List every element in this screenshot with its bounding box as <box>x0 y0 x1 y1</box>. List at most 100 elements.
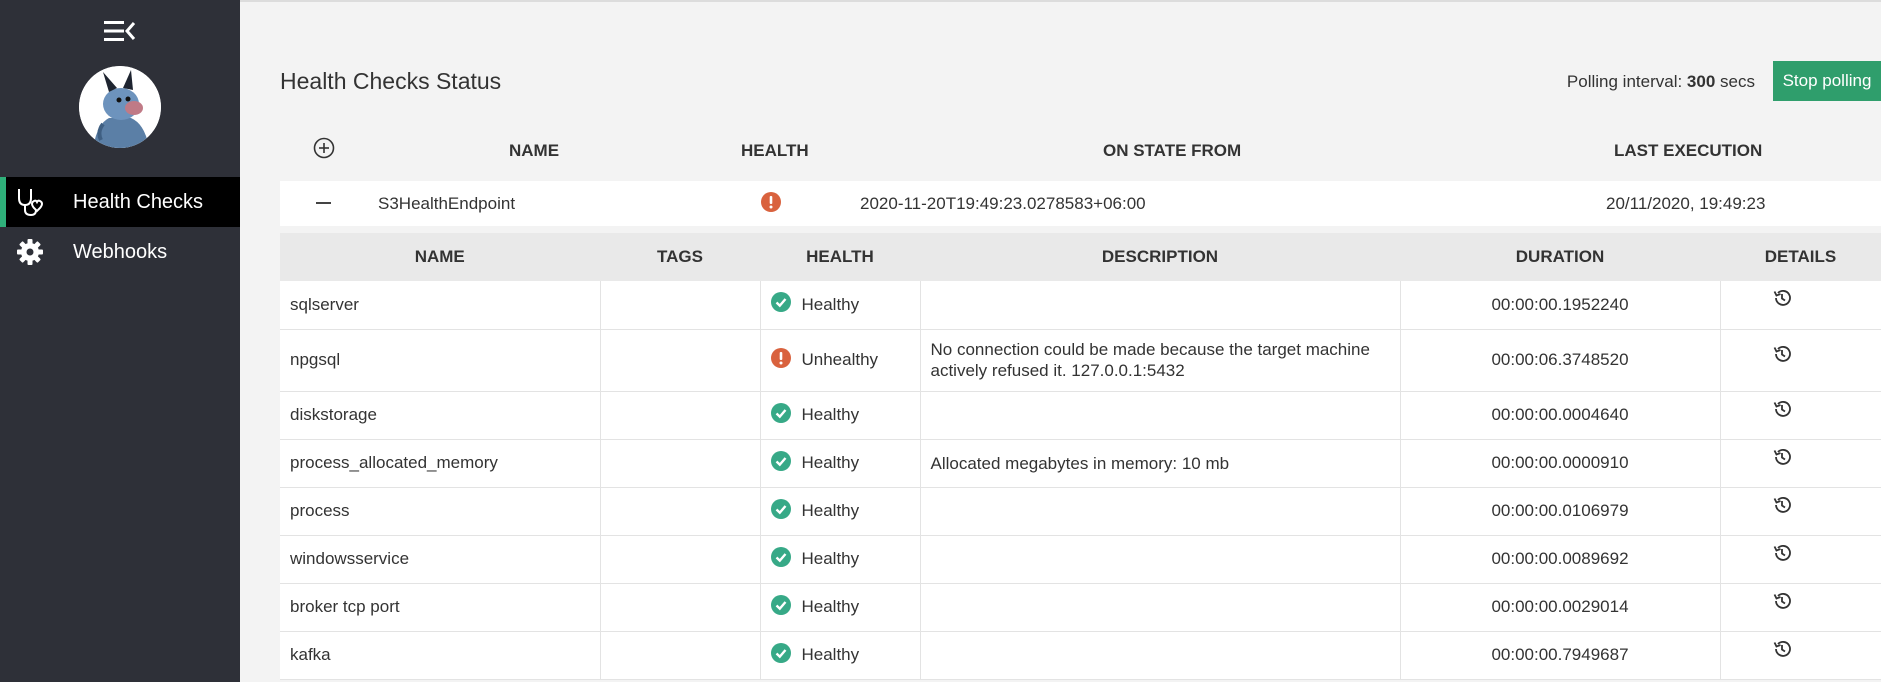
header-details: DETAILS <box>1720 233 1881 281</box>
column-header-last-execution: LAST EXECUTION <box>1614 141 1763 160</box>
sidebar-item-label: Health Checks <box>73 190 204 213</box>
table-row: diskstorage Healthy 00:00:00.0004640 <box>280 391 1881 440</box>
health-status: Healthy <box>801 645 860 664</box>
sidebar: Health Checks Webhooks <box>0 0 240 682</box>
check-duration: 00:00:00.0106979 <box>1400 487 1721 536</box>
check-details <box>1720 329 1881 392</box>
polling-interval: Polling interval: 300 secs <box>1567 72 1755 92</box>
table-row: npgsql Unhealthy No connection could be ma… <box>280 329 1881 392</box>
check-details <box>1720 631 1881 680</box>
polling-value: 300 <box>1686 72 1716 91</box>
check-name: diskstorage <box>280 391 601 440</box>
check-details <box>1720 487 1881 536</box>
check-health: Unhealthy <box>760 329 921 392</box>
history-icon[interactable] <box>1772 288 1792 308</box>
column-header-name: NAME <box>509 141 560 160</box>
check-health: Healthy <box>760 439 921 488</box>
avatar <box>79 66 161 148</box>
check-health: Healthy <box>760 487 921 536</box>
check-health: Healthy <box>760 281 921 330</box>
check-circle-icon <box>770 498 802 524</box>
column-header-on-state-from: ON STATE FROM <box>1103 141 1242 160</box>
check-name: kafka <box>280 631 601 680</box>
table-row: sqlserver Healthy 00:00:00.1952240 <box>280 281 1881 330</box>
check-tags <box>600 281 761 330</box>
endpoint-name: S3HealthEndpoint <box>378 194 516 213</box>
check-circle-icon <box>770 450 802 476</box>
history-icon[interactable] <box>1772 495 1792 515</box>
check-tags <box>600 583 761 632</box>
check-duration: 00:00:00.7949687 <box>1400 631 1721 680</box>
check-duration: 00:00:00.1952240 <box>1400 281 1721 330</box>
table-row: process Healthy 00:00:00.0106979 <box>280 487 1881 536</box>
polling-label: Polling interval: <box>1566 72 1683 91</box>
error-icon <box>761 192 781 212</box>
gear-icon <box>13 235 47 269</box>
check-description <box>920 583 1401 632</box>
check-health: Healthy <box>760 535 921 584</box>
table-row: kafka Healthy 00:00:00.7949687 <box>280 631 1881 680</box>
health-status: Healthy <box>801 453 860 472</box>
health-check-details-table: NAME TAGS HEALTH DESCRIPTION DURATION DE… <box>280 233 1881 680</box>
check-circle-icon <box>770 594 802 620</box>
check-name: npgsql <box>280 329 601 392</box>
menu-collapse-icon[interactable] <box>104 19 136 43</box>
endpoint-on-state-from: 2020-11-20T19:49:23.0278583+06:00 <box>860 194 1146 213</box>
check-tags <box>600 487 761 536</box>
check-description <box>920 631 1401 680</box>
header-description: DESCRIPTION <box>920 233 1401 281</box>
sidebar-item-webhooks[interactable]: Webhooks <box>0 227 240 277</box>
add-circle-icon[interactable] <box>313 137 335 159</box>
check-description <box>920 391 1401 440</box>
history-icon[interactable] <box>1772 399 1792 419</box>
check-duration: 00:00:00.0029014 <box>1400 583 1721 632</box>
endpoint-last-execution: 20/11/2020, 19:49:23 <box>1606 194 1766 213</box>
check-duration: 00:00:00.0004640 <box>1400 391 1721 440</box>
check-tags <box>600 631 761 680</box>
table-row: broker tcp port Healthy 00:00:00.0029014 <box>280 583 1881 632</box>
header-health: HEALTH <box>760 233 921 281</box>
polling-unit: secs <box>1720 72 1755 91</box>
check-details <box>1720 535 1881 584</box>
table-body: sqlserver Healthy 00:00:00.1952240 npgsql Un… <box>280 281 1881 680</box>
health-status: Healthy <box>801 501 860 520</box>
check-tags <box>600 391 761 440</box>
health-status: Healthy <box>801 597 860 616</box>
check-tags <box>600 535 761 584</box>
history-icon[interactable] <box>1772 543 1792 563</box>
table-row: windowsservice Healthy 00:00:00.0089692 <box>280 535 1881 584</box>
check-description: Allocated megabytes in memory: 10 mb <box>920 439 1401 488</box>
check-description <box>920 535 1401 584</box>
health-status: Unhealthy <box>801 350 879 369</box>
check-description: No connection could be made because the … <box>920 329 1401 392</box>
check-tags <box>600 439 761 488</box>
check-details <box>1720 439 1881 488</box>
error-icon <box>770 347 802 373</box>
check-health: Healthy <box>760 391 921 440</box>
history-icon[interactable] <box>1772 591 1792 611</box>
table-header-row: NAME TAGS HEALTH DESCRIPTION DURATION DE… <box>280 233 1881 281</box>
check-description <box>920 487 1401 536</box>
sidebar-item-health-checks[interactable]: Health Checks <box>0 177 240 227</box>
check-details <box>1720 281 1881 330</box>
check-name: process <box>280 487 601 536</box>
check-duration: 00:00:00.0000910 <box>1400 439 1721 488</box>
history-icon[interactable] <box>1772 447 1792 467</box>
check-health: Healthy <box>760 583 921 632</box>
check-details <box>1720 583 1881 632</box>
table-row: process_allocated_memory Healthy Allocated… <box>280 439 1881 488</box>
health-status: Healthy <box>801 549 860 568</box>
check-name: broker tcp port <box>280 583 601 632</box>
stop-polling-button[interactable]: Stop polling <box>1773 61 1881 101</box>
collapse-minus-icon[interactable] <box>316 191 332 215</box>
check-name: sqlserver <box>280 281 601 330</box>
stethoscope-icon <box>13 185 47 219</box>
health-status: Healthy <box>801 294 860 314</box>
history-icon[interactable] <box>1772 639 1792 659</box>
sidebar-item-label: Webhooks <box>73 240 168 263</box>
check-duration: 00:00:06.3748520 <box>1400 329 1721 392</box>
check-circle-icon <box>770 546 802 572</box>
check-details <box>1720 391 1881 440</box>
history-icon[interactable] <box>1772 344 1792 364</box>
check-name: process_allocated_memory <box>280 439 601 488</box>
